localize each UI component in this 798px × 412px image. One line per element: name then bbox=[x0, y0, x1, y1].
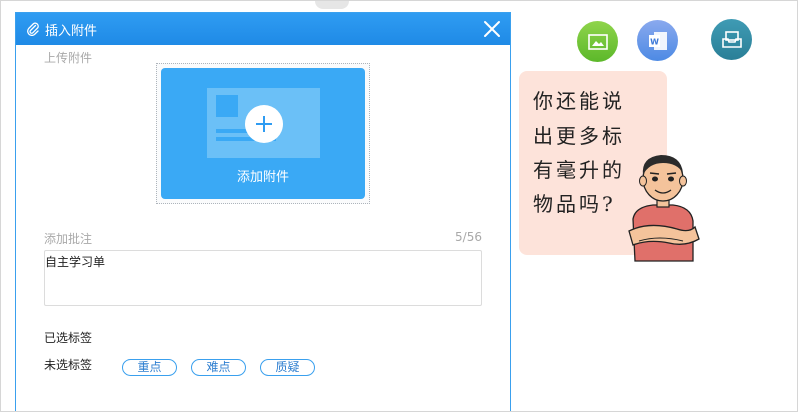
insert-attachment-dialog: 插入附件 上传附件 添加附件 添加批注 5/56 自主学习单 已选标签 未选标签… bbox=[15, 12, 511, 411]
plus-icon bbox=[245, 105, 283, 143]
top-handle bbox=[315, 1, 349, 9]
cartoon-boy-illustration bbox=[628, 155, 700, 262]
tag-question[interactable]: 质疑 bbox=[260, 359, 315, 376]
tag-difficulty[interactable]: 难点 bbox=[191, 359, 246, 376]
bubble-line: 你还能说 bbox=[533, 89, 625, 113]
note-label: 添加批注 bbox=[44, 232, 93, 246]
inbox-tray-icon[interactable] bbox=[711, 19, 752, 60]
upload-section-label: 上传附件 bbox=[44, 51, 93, 65]
selected-tags-label: 已选标签 bbox=[44, 331, 93, 345]
close-icon[interactable] bbox=[482, 19, 502, 39]
page: 插入附件 上传附件 添加附件 添加批注 5/56 自主学习单 已选标签 未选标签… bbox=[0, 0, 798, 412]
bubble-line: 有毫升的 bbox=[533, 158, 625, 182]
word-doc-icon[interactable]: W bbox=[637, 20, 678, 61]
unselected-tags-label: 未选标签 bbox=[44, 358, 93, 372]
image-icon[interactable] bbox=[577, 21, 618, 62]
add-attachment-label: 添加附件 bbox=[236, 170, 289, 185]
dialog-titlebar: 插入附件 bbox=[16, 13, 510, 45]
add-attachment-button[interactable]: 添加附件 bbox=[161, 68, 365, 199]
tag-key-point[interactable]: 重点 bbox=[122, 359, 177, 376]
dialog-title: 插入附件 bbox=[45, 23, 98, 39]
svg-text:W: W bbox=[650, 37, 659, 46]
bubble-line: 物品吗? bbox=[533, 192, 616, 216]
upload-dropzone[interactable]: 添加附件 bbox=[156, 63, 370, 204]
note-textarea[interactable]: 自主学习单 bbox=[44, 250, 482, 306]
note-char-counter: 5/56 bbox=[455, 230, 482, 244]
bubble-line: 出更多标 bbox=[533, 124, 625, 148]
paperclip-icon bbox=[26, 22, 40, 36]
